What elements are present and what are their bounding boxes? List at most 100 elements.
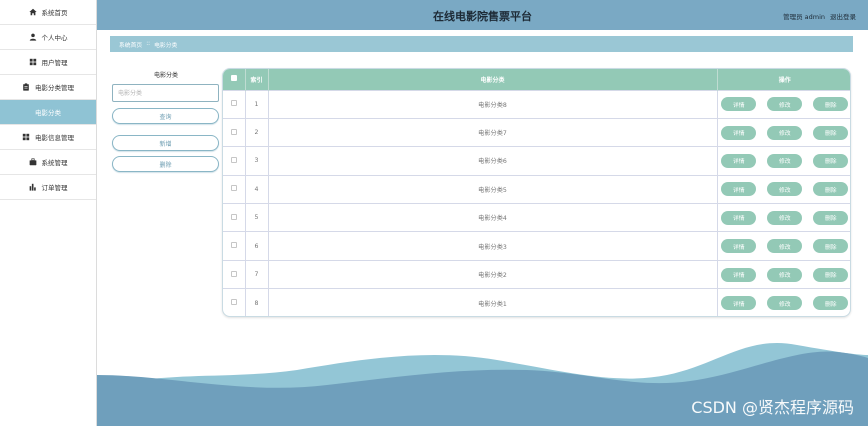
sidebar-item-profile[interactable]: 个人中心 [0,25,96,50]
row-category: 电影分类3 [268,231,718,261]
row-checkbox[interactable] [230,128,237,135]
column-header-category: 电影分类 [268,69,718,90]
row-delete-button[interactable]: 删除 [813,182,849,197]
column-header-index: 索引 [245,69,269,90]
row-index: 4 [245,175,269,204]
edit-button[interactable]: 修改 [767,267,803,282]
add-button[interactable]: 新增 [112,135,219,151]
search-label: 电影分类 [153,72,178,79]
sidebar-item-label: 系统管理 [41,159,68,167]
row-index: 8 [245,288,269,316]
row-index: 3 [245,146,269,176]
row-delete-button[interactable]: 删除 [813,125,849,140]
sidebar-item-label: 系统首页 [41,9,68,17]
row-index: 2 [245,118,269,147]
detail-button[interactable]: 详情 [721,267,757,282]
table-row: 1 电影分类8 详情 修改 删除 [223,90,850,119]
home-icon [28,8,37,16]
chart-icon [29,183,37,191]
detail-button[interactable]: 详情 [721,125,757,140]
table-row: 6 电影分类3 详情 修改 删除 [223,231,850,261]
row-category: 电影分类1 [268,288,718,316]
detail-button[interactable]: 详情 [721,210,757,225]
sidebar-item-movie-category[interactable]: 电影分类 [0,100,96,125]
row-category: 电影分类5 [268,175,718,204]
delete-button[interactable]: 删除 [112,156,219,172]
edit-button[interactable]: 修改 [767,153,803,168]
table-row: 8 电影分类1 详情 修改 删除 [223,288,850,316]
detail-button[interactable]: 详情 [721,239,757,254]
sidebar-item-home[interactable]: 系统首页 [0,0,96,25]
row-checkbox[interactable] [230,213,237,220]
admin-label: 管理员 admin [783,13,825,21]
briefcase-icon [29,158,37,166]
detail-button[interactable]: 详情 [721,296,757,311]
row-delete-button[interactable]: 删除 [813,239,849,254]
sidebar-item-movie-info-management[interactable]: 电影信息管理 [0,125,96,150]
row-delete-button[interactable]: 删除 [813,153,849,168]
edit-button[interactable]: 修改 [767,296,803,311]
row-delete-button[interactable]: 删除 [813,97,849,112]
detail-button[interactable]: 详情 [721,153,757,168]
select-all-cell[interactable] [223,69,246,90]
sidebar-item-label: 个人中心 [41,34,68,42]
search-panel: 电影分类 查询 新增 删除 [112,70,220,172]
row-category: 电影分类6 [268,146,718,176]
top-header: 在线电影院售票平台 管理员 admin 退出登录 [97,0,868,30]
edit-button[interactable]: 修改 [767,210,803,225]
row-index: 7 [245,260,269,289]
sidebar-item-label: 电影分类管理 [35,84,74,92]
row-checkbox[interactable] [230,100,237,107]
sidebar-item-users[interactable]: 用户管理 [0,50,96,75]
row-delete-button[interactable]: 删除 [813,296,849,311]
row-index: 6 [245,231,269,261]
row-checkbox[interactable] [230,185,237,192]
sidebar-item-label: 订单管理 [41,184,68,192]
edit-button[interactable]: 修改 [767,182,803,197]
sidebar-item-label: 电影分类 [35,109,61,117]
grid-icon [29,58,37,66]
table-header-row: 索引 电影分类 操作 [223,69,850,90]
table-row: 4 电影分类5 详情 修改 删除 [223,175,850,204]
row-category: 电影分类2 [268,260,718,289]
query-button[interactable]: 查询 [112,108,219,124]
row-index: 5 [245,203,269,232]
row-checkbox[interactable] [230,299,237,306]
edit-button[interactable]: 修改 [767,239,803,254]
row-index: 1 [245,90,269,119]
row-checkbox[interactable] [230,156,237,163]
category-table: 索引 电影分类 操作 1 电影分类8 详情 修改 删除 2 电影分类7 详情 修… [223,69,850,316]
breadcrumb-home[interactable]: 系统首页 [119,40,142,49]
header-user-area: 管理员 admin 退出登录 [783,11,856,21]
clipboard-icon [22,83,30,91]
grid-icon [22,133,30,141]
sidebar-item-label: 用户管理 [41,59,68,67]
watermark: CSDN @贤杰程序源码 [691,398,854,417]
sidebar-item-order-management[interactable]: 订单管理 [0,175,96,200]
app-title: 在线电影院售票平台 [433,10,532,23]
breadcrumb-current: 电影分类 [154,42,178,49]
row-category: 电影分类7 [268,118,718,147]
table-row: 2 电影分类7 详情 修改 删除 [223,118,850,147]
row-delete-button[interactable]: 删除 [813,210,849,225]
row-checkbox[interactable] [230,270,237,277]
detail-button[interactable]: 详情 [721,182,757,197]
category-search-input[interactable] [112,84,219,102]
logout-link[interactable]: 退出登录 [830,11,856,21]
edit-button[interactable]: 修改 [767,125,803,140]
sidebar-item-label: 电影信息管理 [35,134,74,142]
user-icon [29,33,37,41]
table-row: 3 电影分类6 详情 修改 删除 [223,146,850,176]
breadcrumb: 系统首页 :: 电影分类 [110,36,853,52]
table-row: 5 电影分类4 详情 修改 删除 [223,203,850,232]
row-delete-button[interactable]: 删除 [813,267,849,282]
row-category: 电影分类8 [268,90,718,119]
select-all-checkbox[interactable] [230,75,237,82]
column-header-actions: 操作 [778,76,791,84]
sidebar-item-category-management[interactable]: 电影分类管理 [0,75,96,100]
sidebar-item-system-management[interactable]: 系统管理 [0,150,96,175]
row-category: 电影分类4 [268,203,718,232]
row-checkbox[interactable] [230,242,237,249]
edit-button[interactable]: 修改 [767,97,803,112]
detail-button[interactable]: 详情 [721,97,757,112]
